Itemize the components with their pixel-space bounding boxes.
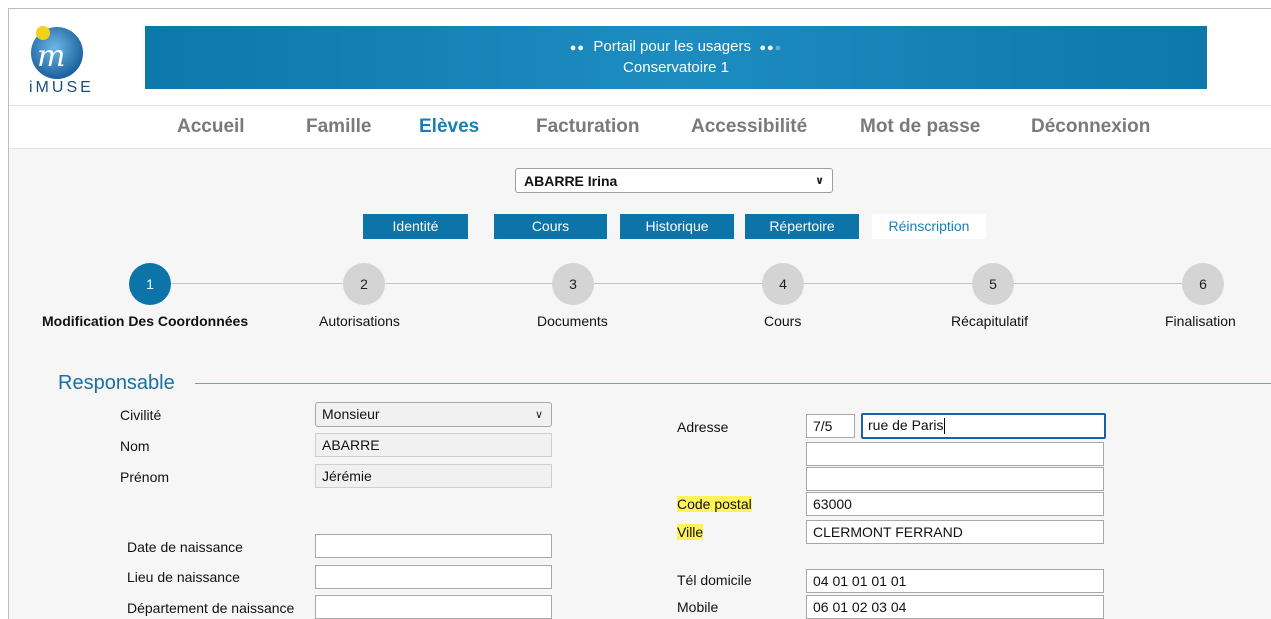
header: m iMUSE ●● Portail pour les usagers ●●● …: [9, 9, 1271, 105]
departement-naissance-label: Département de naissance: [127, 600, 295, 616]
section-title: Responsable: [58, 372, 175, 394]
tel-domicile-field[interactable]: 04 01 01 01 01: [806, 569, 1104, 593]
portal-banner: ●● Portail pour les usagers ●●● Conserva…: [145, 26, 1207, 89]
stepper-line: [150, 283, 1204, 284]
svg-text:m: m: [37, 39, 65, 74]
nav-eleves[interactable]: Elèves: [419, 116, 479, 138]
banner-title: Portail pour les usagers: [593, 38, 751, 55]
main-nav: Accueil Famille Elèves Facturation Acces…: [9, 105, 1271, 149]
step-4-label: Cours: [764, 313, 802, 329]
step-5-circle: 5: [972, 263, 1014, 305]
nav-deconnexion[interactable]: Déconnexion: [1031, 116, 1150, 138]
lieu-naissance-label: Lieu de naissance: [127, 569, 240, 585]
code-postal-label: Code postal: [677, 496, 752, 512]
step-1-circle: 1: [129, 263, 171, 305]
step-6-label: Finalisation: [1165, 313, 1236, 329]
prenom-field[interactable]: Jérémie: [315, 464, 552, 488]
tel-domicile-label: Tél domicile: [677, 572, 752, 588]
mobile-field[interactable]: 06 01 02 03 04: [806, 595, 1104, 619]
logo-text: iMUSE: [29, 79, 94, 96]
adresse-ligne3-field[interactable]: [806, 467, 1104, 491]
step-5-label: Récapitulatif: [951, 313, 1029, 329]
tab-historique[interactable]: Historique: [620, 214, 734, 239]
date-naissance-field[interactable]: [315, 534, 552, 558]
tab-repertoire[interactable]: Répertoire: [745, 214, 859, 239]
adresse-rue-value: rue de Paris: [868, 417, 944, 433]
chevron-down-icon: ∨: [534, 409, 543, 421]
banner-subtitle: Conservatoire 1: [623, 59, 729, 76]
ville-label: Ville: [677, 524, 704, 540]
nav-mot-de-passe[interactable]: Mot de passe: [860, 116, 980, 138]
ville-field[interactable]: CLERMONT FERRAND: [806, 520, 1104, 544]
step-3-circle: 3: [552, 263, 594, 305]
step-6-circle: 6: [1182, 263, 1224, 305]
mobile-label: Mobile: [677, 599, 719, 615]
date-naissance-label: Date de naissance: [127, 539, 243, 555]
civilite-select[interactable]: Monsieur ∨: [315, 402, 552, 427]
civilite-label: Civilité: [120, 407, 162, 423]
step-2-label: Autorisations: [319, 313, 400, 329]
prenom-label: Prénom: [120, 469, 170, 485]
adresse-numero-field[interactable]: 7/5: [806, 414, 855, 438]
step-1-label: Modification Des Coordonnées: [42, 313, 249, 329]
dots-left-icon: ●●: [569, 42, 586, 54]
lieu-naissance-field[interactable]: [315, 565, 552, 589]
step-2-circle: 2: [343, 263, 385, 305]
adresse-label: Adresse: [677, 419, 729, 435]
nom-field[interactable]: ABARRE: [315, 433, 552, 457]
adresse-ligne2-field[interactable]: [806, 442, 1104, 466]
chevron-down-icon: ∨: [815, 175, 824, 187]
departement-naissance-field[interactable]: [315, 595, 552, 619]
nom-label: Nom: [120, 438, 150, 454]
section-divider: [195, 383, 1271, 384]
adresse-rue-field[interactable]: rue de Paris: [861, 413, 1106, 439]
dots-right-icon: ●●●: [759, 42, 783, 54]
student-select[interactable]: ABARRE Irina ∨: [515, 168, 833, 193]
nav-accueil[interactable]: Accueil: [177, 116, 245, 138]
step-4-circle: 4: [762, 263, 804, 305]
page-frame: m iMUSE ●● Portail pour les usagers ●●● …: [8, 8, 1271, 619]
tab-identite[interactable]: Identité: [363, 214, 468, 239]
civilite-value: Monsieur: [322, 406, 380, 422]
text-cursor: [944, 418, 946, 435]
tab-cours[interactable]: Cours: [494, 214, 607, 239]
nav-facturation[interactable]: Facturation: [536, 116, 639, 138]
code-postal-field[interactable]: 63000: [806, 492, 1104, 516]
nav-famille[interactable]: Famille: [306, 116, 371, 138]
student-select-value: ABARRE Irina: [524, 173, 618, 189]
step-3-label: Documents: [537, 313, 608, 329]
tab-reinscription[interactable]: Réinscription: [872, 214, 986, 239]
nav-accessibilite[interactable]: Accessibilité: [691, 116, 807, 138]
